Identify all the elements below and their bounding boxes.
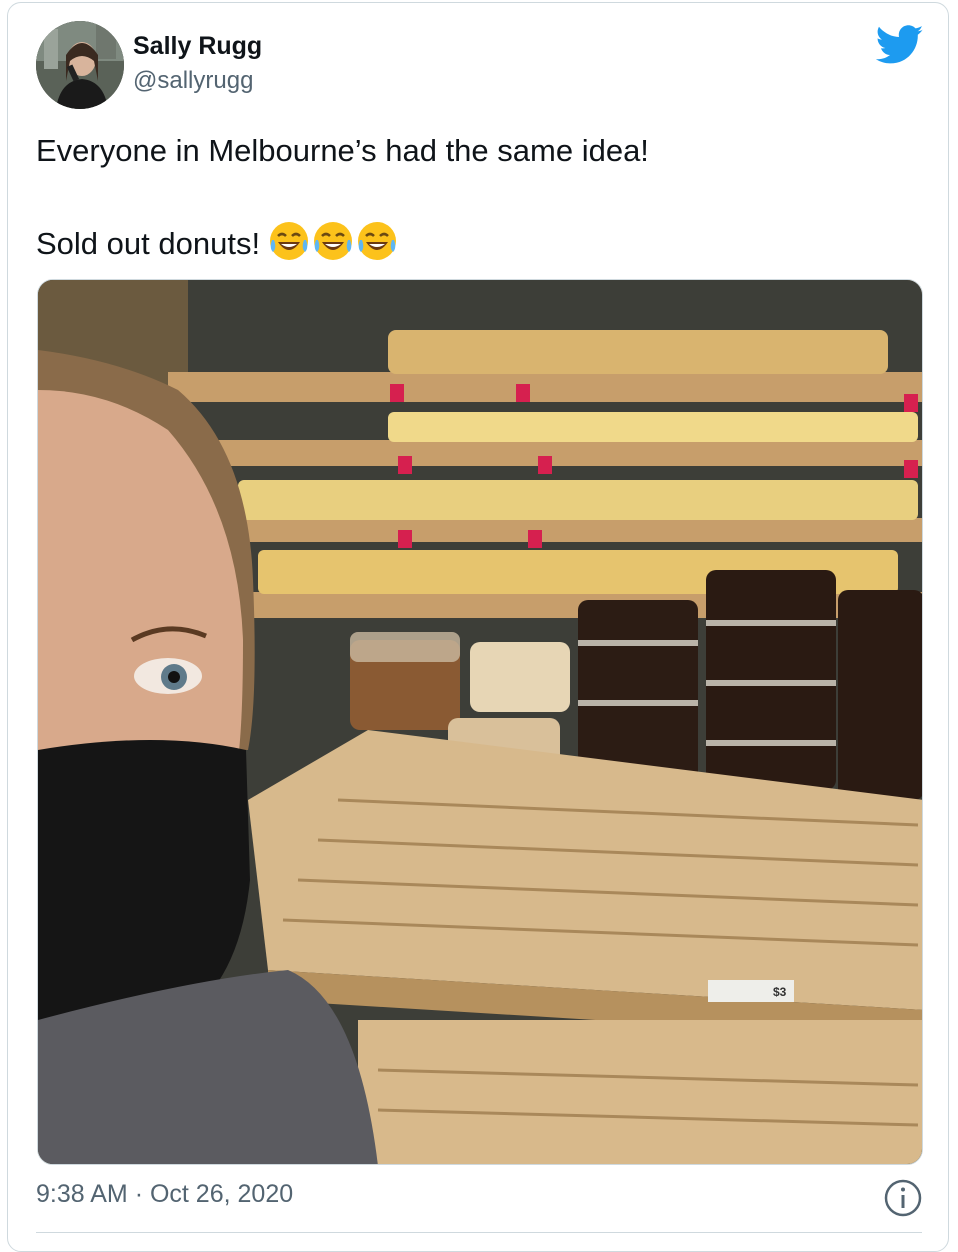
tweet-time: 9:38 AM [36,1180,128,1208]
timestamp-separator: · [134,1180,144,1208]
tweet-timestamp[interactable]: 9:38 AM · Oct 26, 2020 [36,1180,293,1209]
tweet-text-line-2: Sold out donuts! [36,220,400,270]
face-with-tears-of-joy-icon [270,222,309,260]
avatar[interactable] [36,21,124,109]
tweet-photo[interactable]: $3 [37,279,923,1165]
author-handle[interactable]: @sallyrugg [133,67,253,95]
face-with-tears-of-joy-icon [358,222,397,260]
tweet-text-sold-out: Sold out donuts! [36,226,261,261]
tweet-date: Oct 26, 2020 [149,1180,294,1208]
tweet-text-line-1: Everyone in Melbourne’s had the same ide… [36,133,649,168]
twitter-bird-icon[interactable] [876,25,924,65]
bottom-divider [36,1232,922,1233]
author-name[interactable]: Sally Rugg [133,32,262,61]
bakery-shelves-photo: $3 [38,280,922,1164]
face-with-tears-of-joy-icon [314,222,353,260]
emoji-group [268,220,400,270]
info-icon[interactable] [883,1178,923,1218]
price-tag-text: $3 [773,985,787,999]
avatar-image [36,21,124,109]
